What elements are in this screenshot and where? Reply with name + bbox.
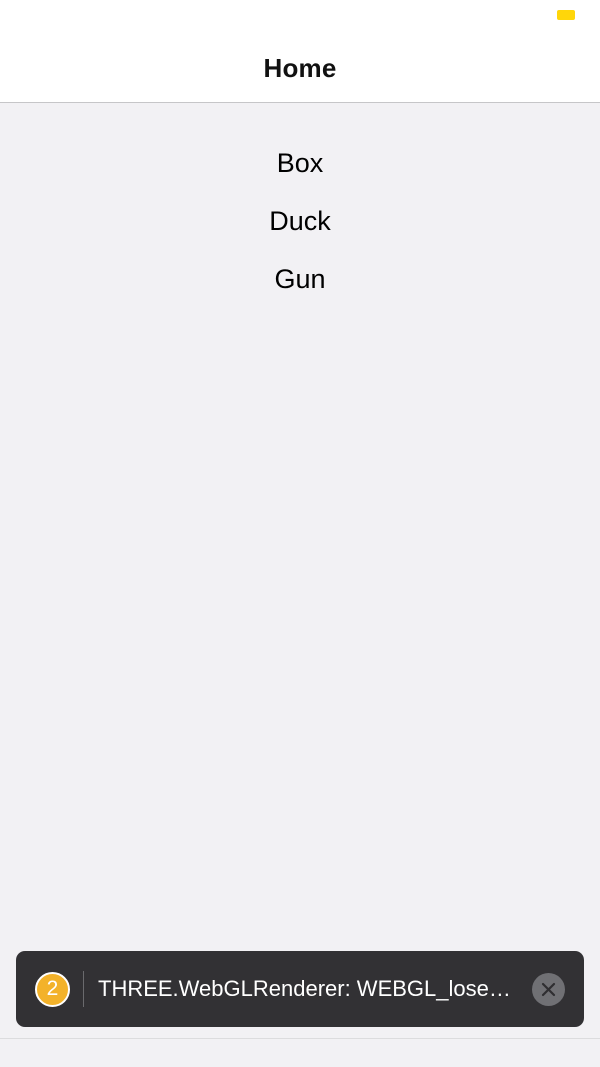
menu-item-gun[interactable]: Gun: [262, 249, 337, 309]
bottom-divider: [0, 1038, 600, 1039]
toast-divider: [83, 971, 84, 1007]
page-title: Home: [263, 52, 337, 83]
toast-message: THREE.WebGLRenderer: WEBGL_lose_context …: [98, 976, 518, 1001]
battery-icon: [557, 10, 575, 20]
warning-count-badge: 2: [35, 971, 70, 1007]
menu-item-box[interactable]: Box: [265, 133, 336, 193]
status-bar: [0, 0, 600, 34]
menu-list: Box Duck Gun: [0, 103, 600, 309]
navigation-bar: Home: [0, 34, 600, 103]
menu-item-duck[interactable]: Duck: [257, 191, 343, 251]
close-icon: [541, 982, 556, 997]
main-content: Box Duck Gun: [0, 103, 600, 963]
warning-toast[interactable]: 2 THREE.WebGLRenderer: WEBGL_lose_contex…: [16, 951, 584, 1027]
toast-close-button[interactable]: [532, 973, 565, 1006]
